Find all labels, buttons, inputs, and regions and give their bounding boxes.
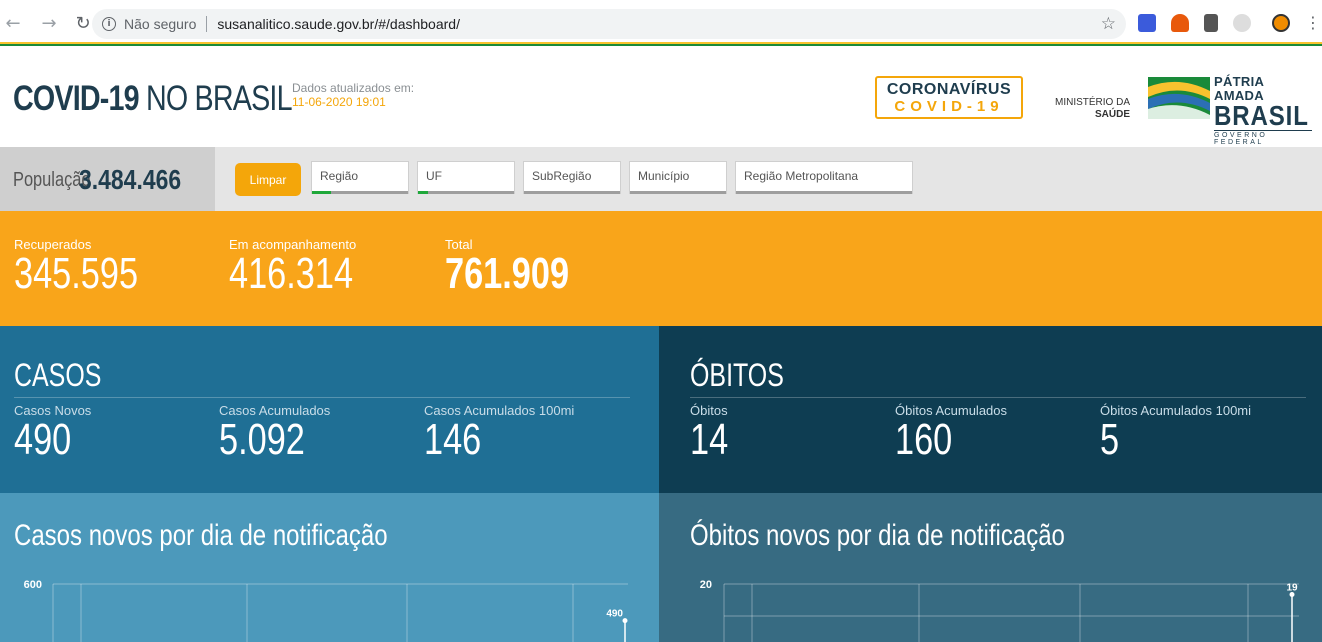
obitos-acumulados-100mi-stat: Óbitos Acumulados 100mi 5 bbox=[1100, 403, 1251, 462]
patria-line1: PÁTRIA AMADA bbox=[1214, 74, 1264, 103]
brazil-flag-icon bbox=[1148, 77, 1210, 119]
star-icon[interactable]: ☆ bbox=[1101, 14, 1116, 34]
page-title-bold: COVID-19 bbox=[13, 79, 140, 118]
page-title-rest: NO BRASIL bbox=[138, 79, 293, 118]
obitos-title: ÓBITOS bbox=[690, 357, 784, 393]
info-icon[interactable]: i bbox=[102, 17, 116, 31]
recuperados-stat: Recuperados 345.595 bbox=[14, 237, 173, 296]
obitos-divider bbox=[690, 397, 1306, 398]
obitos-panel: ÓBITOS Óbitos 14 Óbitos Acumulados 160 Ó… bbox=[659, 326, 1322, 493]
filter-municipio-bar bbox=[630, 191, 726, 194]
ministerio-label: MINISTÉRIO DA SAÚDE bbox=[1040, 97, 1130, 121]
extension-2-icon[interactable] bbox=[1171, 13, 1189, 32]
filter-regiao-label: Região bbox=[320, 169, 359, 183]
obitos-acumulados-100mi-label: Óbitos Acumulados 100mi bbox=[1100, 403, 1252, 418]
recuperados-value: 345.595 bbox=[14, 249, 139, 298]
forward-arrow-icon[interactable]: → bbox=[36, 10, 62, 36]
obitos-chart-panel: Óbitos novos por dia de notificação 20 19 bbox=[659, 493, 1322, 642]
patria-amada-logo: PÁTRIA AMADA BRASIL GOVERNO FEDERAL bbox=[1214, 75, 1314, 146]
extension-3-icon[interactable] bbox=[1204, 13, 1218, 32]
acompanhamento-value: 416.314 bbox=[229, 249, 354, 298]
total-value: 761.909 bbox=[445, 249, 570, 298]
casos-novos-value: 490 bbox=[14, 415, 72, 464]
profile-avatar-icon[interactable] bbox=[1272, 13, 1290, 32]
security-label[interactable]: Não seguro bbox=[124, 16, 196, 32]
casos-acumulados-stat: Casos Acumulados 5.092 bbox=[219, 403, 330, 462]
casos-title: CASOS bbox=[14, 357, 102, 393]
y-tick-label: 600 bbox=[24, 579, 42, 591]
covid-logo-line2: COVID-19 bbox=[894, 98, 1004, 115]
casos-chart[interactable]: 600 490 bbox=[0, 493, 659, 642]
ministerio-line1: MINISTÉRIO DA bbox=[1054, 97, 1130, 108]
update-info: Dados atualizados em: 11-06-2020 19:01 bbox=[292, 81, 414, 109]
filter-uf-label: UF bbox=[426, 169, 442, 183]
acompanhamento-stat: Em acompanhamento 416.314 bbox=[229, 237, 388, 296]
total-stat: Total 761.909 bbox=[445, 237, 604, 296]
extensions-area: ⋮ bbox=[1138, 13, 1321, 32]
filter-regiao-metropolitana-bar bbox=[736, 191, 912, 194]
filter-regiao-metropolitana[interactable]: Região Metropolitana bbox=[735, 161, 913, 194]
filter-regiao[interactable]: Região bbox=[311, 161, 409, 194]
data-label-0: 490 bbox=[606, 609, 623, 620]
menu-icon[interactable]: ⋮ bbox=[1305, 13, 1321, 32]
extension-1-icon[interactable] bbox=[1138, 13, 1156, 32]
obitos-novos-value: 14 bbox=[690, 415, 729, 464]
casos-novos-stat: Casos Novos 490 bbox=[14, 403, 91, 462]
obitos-acumulados-value: 160 bbox=[895, 415, 953, 464]
address-bar[interactable]: i Não seguro susanalitico.saude.gov.br/#… bbox=[92, 9, 1126, 39]
patria-line2: BRASIL bbox=[1214, 100, 1309, 131]
casos-acumulados-value: 5.092 bbox=[219, 415, 305, 464]
page-header: COVID-19 NO BRASIL Dados atualizados em:… bbox=[0, 46, 1322, 147]
browser-toolbar: ← → ↻ i Não seguro susanalitico.saude.go… bbox=[0, 0, 1322, 46]
filter-uf[interactable]: UF bbox=[417, 161, 515, 194]
data-label-0: 19 bbox=[1286, 583, 1298, 594]
filter-municipio-label: Município bbox=[638, 169, 690, 183]
casos-panel: CASOS Casos Novos 490 Casos Acumulados 5… bbox=[0, 326, 659, 493]
obitos-acumulados-100mi-value: 5 bbox=[1100, 415, 1120, 464]
patria-line3: GOVERNO FEDERAL bbox=[1214, 130, 1312, 146]
filter-uf-fill bbox=[418, 191, 428, 194]
ministerio-line2: SAÚDE bbox=[1094, 109, 1130, 120]
filter-subregiao[interactable]: SubRegião bbox=[523, 161, 621, 194]
y-tick-label: 20 bbox=[700, 579, 712, 591]
filter-uf-bar bbox=[418, 191, 514, 194]
data-point-0 bbox=[622, 618, 628, 624]
extension-4-icon[interactable] bbox=[1233, 13, 1251, 32]
obitos-chart[interactable]: 20 19 bbox=[659, 493, 1322, 642]
back-arrow-icon[interactable]: ← bbox=[0, 10, 26, 36]
casos-acumulados-100mi-value: 146 bbox=[424, 415, 482, 464]
population-value: 3.484.466 bbox=[79, 164, 182, 195]
clear-filters-button[interactable]: Limpar bbox=[235, 163, 301, 196]
summary-band: Recuperados 345.595 Em acompanhamento 41… bbox=[0, 211, 1322, 326]
obitos-novos-stat: Óbitos 14 bbox=[690, 403, 739, 462]
filter-municipio[interactable]: Município bbox=[629, 161, 727, 194]
population-box: População 3.484.466 bbox=[0, 147, 215, 211]
url-separator bbox=[206, 16, 208, 32]
filter-subregiao-label: SubRegião bbox=[532, 169, 592, 183]
casos-chart-panel: Casos novos por dia de notificação 600 49… bbox=[0, 493, 659, 642]
filter-subregiao-bar bbox=[524, 191, 620, 194]
updated-date: 11-06-2020 19:01 bbox=[292, 95, 386, 109]
casos-acumulados-100mi-stat: Casos Acumulados 100mi 146 bbox=[424, 403, 574, 462]
filter-regiao-metropolitana-label: Região Metropolitana bbox=[744, 169, 859, 183]
casos-divider bbox=[14, 397, 630, 398]
coronavirus-logo: CORONAVÍRUS COVID-19 bbox=[875, 76, 1023, 119]
covid-logo-line1: CORONAVÍRUS bbox=[886, 81, 1012, 98]
filter-bar: População 3.484.466 Limpar Região UF Sub… bbox=[0, 147, 1322, 211]
url-text[interactable]: susanalitico.saude.gov.br/#/dashboard/ bbox=[217, 16, 460, 32]
page-title: COVID-19 NO BRASIL bbox=[13, 79, 293, 119]
obitos-acumulados-stat: Óbitos Acumulados 160 bbox=[895, 403, 1007, 462]
filter-regiao-fill bbox=[312, 191, 332, 194]
updated-label: Dados atualizados em: bbox=[292, 81, 415, 95]
